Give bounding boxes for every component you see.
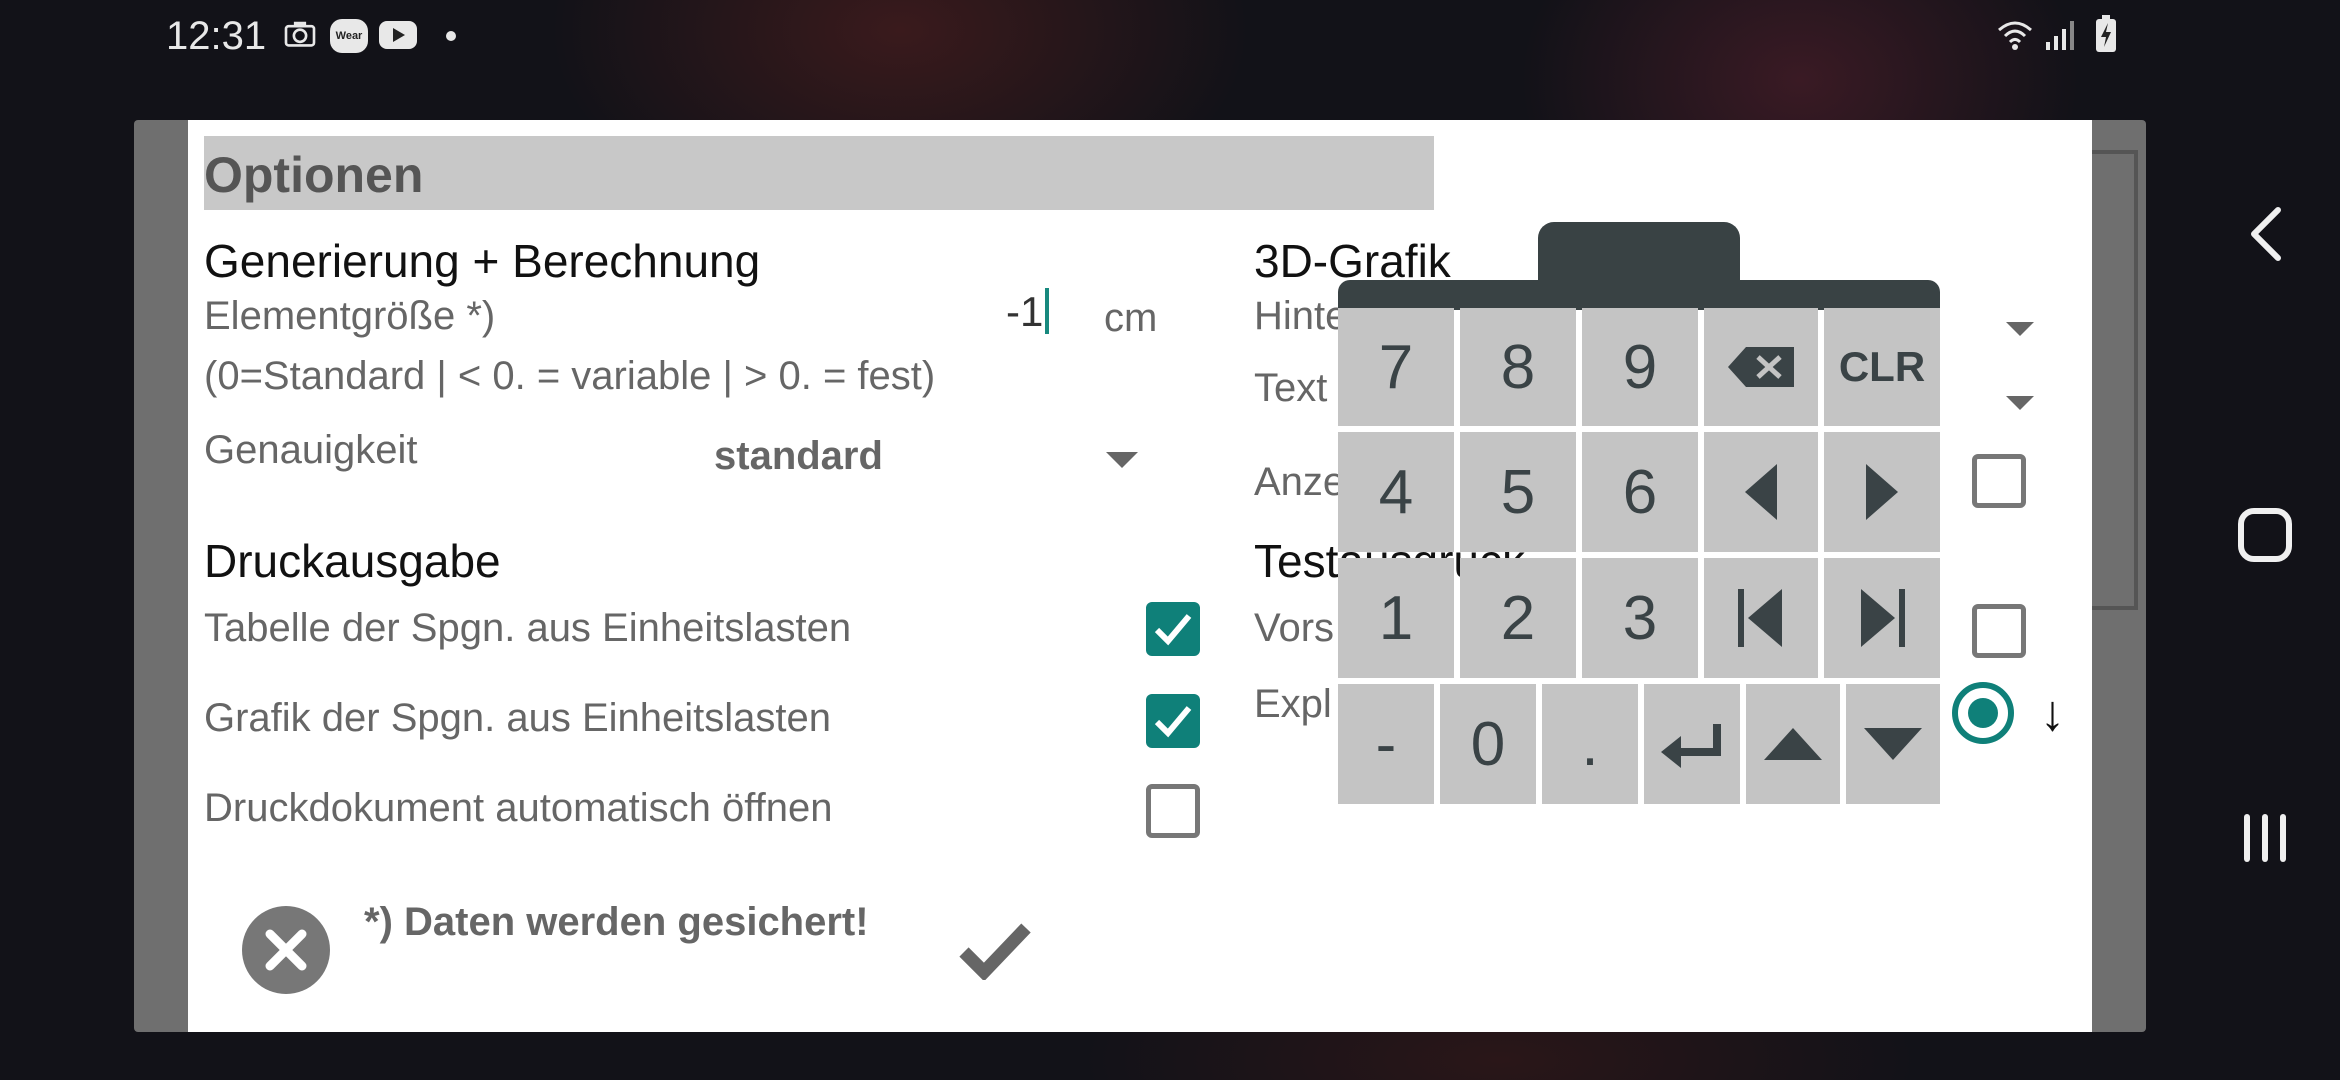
battery-charging-icon [2096,15,2116,52]
arrow-down-icon [1864,728,1922,760]
key-4[interactable]: 4 [1338,432,1454,552]
print-option-label-3: Druckdokument automatisch öffnen [204,786,833,830]
print-option-checkbox-3[interactable] [1146,784,1200,838]
key-1[interactable]: 1 [1338,558,1454,678]
key-2[interactable]: 2 [1460,558,1576,678]
skip-to-start-icon [1738,589,1782,647]
status-time: 12:31 [166,14,267,58]
preview-checkbox[interactable] [1972,604,2026,658]
key-0[interactable]: 0 [1440,684,1536,804]
key-cursor-end[interactable] [1824,558,1940,678]
recent-apps-icon[interactable] [2240,812,2290,864]
key-6[interactable]: 6 [1582,432,1698,552]
accuracy-select[interactable]: standard [688,420,1338,484]
backspace-icon [1728,347,1794,387]
close-icon [265,929,307,971]
ok-button[interactable] [958,920,1032,985]
key-7[interactable]: 7 [1338,308,1454,426]
skip-to-end-icon [1861,589,1905,647]
element-size-label: Elementgröße *) [204,294,496,338]
camera-icon [284,21,316,47]
display-label: Anze [1254,460,1346,504]
section-generation: Generierung + Berechnung [204,235,761,287]
explode-radio[interactable] [1952,682,2014,744]
print-option-checkbox-2[interactable] [1146,694,1200,748]
footnote-data-saved: *) Daten werden gesichert! [364,900,869,944]
element-size-unit: cm [1104,296,1158,340]
enter-icon [1661,724,1721,768]
back-icon[interactable] [2246,206,2288,262]
key-backspace[interactable] [1704,308,1818,426]
checkmark-icon [959,923,1031,982]
arrow-right-icon [1866,464,1898,520]
key-9[interactable]: 9 [1582,308,1698,426]
dropdown-arrow-icon[interactable] [2006,322,2034,336]
element-size-hint: (0=Standard | < 0. = variable | > 0. = f… [204,354,936,398]
dropdown-arrow-icon[interactable] [2006,396,2034,410]
accuracy-label: Genauigkeit [204,428,418,472]
key-5[interactable]: 5 [1460,432,1576,552]
print-option-checkbox-1[interactable] [1146,602,1200,656]
text-cursor [1045,288,1050,334]
key-minus[interactable]: - [1338,684,1434,804]
sort-down-arrow[interactable]: ↓ [2040,684,2065,742]
element-size-value: -1 [1006,288,1044,335]
numeric-keypad: 7 8 9 CLR 4 5 6 1 2 3 - 0 . [1338,222,1940,804]
dropdown-arrow-icon [1106,452,1138,468]
key-cursor-right[interactable] [1824,432,1940,552]
preview-label: Vors [1254,606,1335,650]
cancel-button[interactable] [242,906,330,994]
background-label: Hinte [1254,294,1348,338]
key-3[interactable]: 3 [1582,558,1698,678]
wifi-icon [1998,21,2032,50]
key-down[interactable] [1846,684,1940,804]
wear-label: Wear [335,30,363,42]
text-label: Text [1254,366,1328,410]
print-option-label-1: Tabelle der Spgn. aus Einheitslasten [204,606,852,650]
key-cursor-home[interactable] [1704,558,1818,678]
dialog-title-bar: Optionen [204,136,1434,210]
dialog-title: Optionen [204,147,424,203]
key-decimal[interactable]: . [1542,684,1638,804]
arrow-left-icon [1745,464,1777,520]
checkmark-icon [1154,706,1192,738]
checkmark-icon [1154,614,1192,646]
youtube-icon [379,21,417,49]
status-bar: 12:31 Wear [0,0,2340,72]
section-print-output: Druckausgabe [204,535,501,587]
key-cursor-left[interactable] [1704,432,1818,552]
key-enter[interactable] [1644,684,1740,804]
home-icon[interactable] [2238,508,2292,562]
wear-icon: Wear [330,19,368,53]
print-option-label-2: Grafik der Spgn. aus Einheitslasten [204,696,832,740]
signal-icon [2046,21,2074,50]
key-up[interactable] [1746,684,1840,804]
arrow-up-icon [1764,728,1822,760]
key-8[interactable]: 8 [1460,308,1576,426]
element-size-input[interactable]: -1 [1006,288,1050,336]
keypad-header [1338,280,1940,310]
explode-label: Expl [1254,682,1332,726]
key-clear[interactable]: CLR [1824,308,1940,426]
accuracy-value: standard [714,434,883,478]
display-checkbox[interactable] [1972,454,2026,508]
dot-icon [446,31,456,41]
